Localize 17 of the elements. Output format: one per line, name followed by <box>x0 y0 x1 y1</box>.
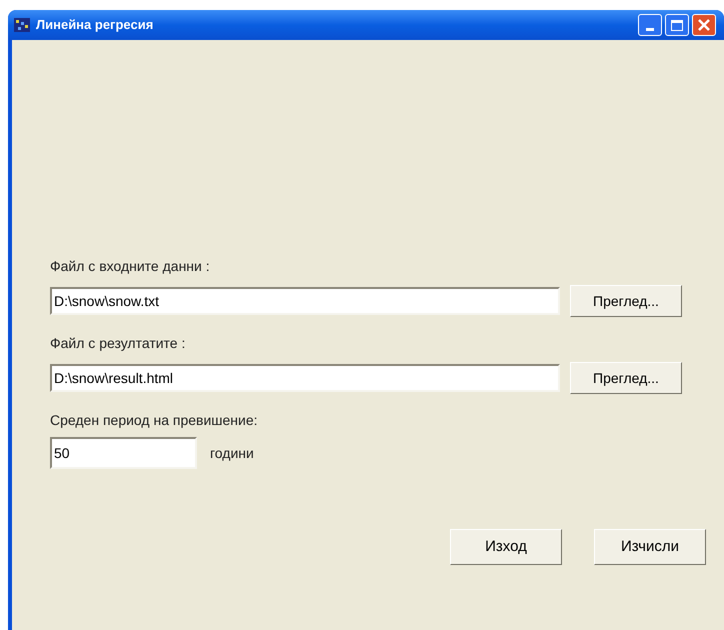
field-label: Среден период на превишение: <box>50 411 259 430</box>
app-icon <box>14 17 30 33</box>
close-button[interactable] <box>692 14 716 36</box>
action-button[interactable]: Изход <box>450 529 562 565</box>
field-label: Файл с резултатите : <box>50 334 186 353</box>
input-field[interactable]: D:\snow\result.html <box>50 364 560 392</box>
input-field[interactable]: 50 <box>50 437 197 469</box>
minimize-button[interactable] <box>638 14 662 36</box>
action-button[interactable]: Изчисли <box>594 529 706 565</box>
field-label: Файл с входните данни : <box>50 257 211 276</box>
maximize-button[interactable] <box>665 14 689 36</box>
unit-label: години <box>210 444 254 463</box>
close-icon <box>698 19 710 31</box>
browse-button[interactable]: Преглед... <box>570 285 682 317</box>
window-title: Линейна регресия <box>36 16 154 34</box>
browse-button[interactable]: Преглед... <box>570 362 682 394</box>
input-field[interactable]: D:\snow\snow.txt <box>50 287 560 315</box>
